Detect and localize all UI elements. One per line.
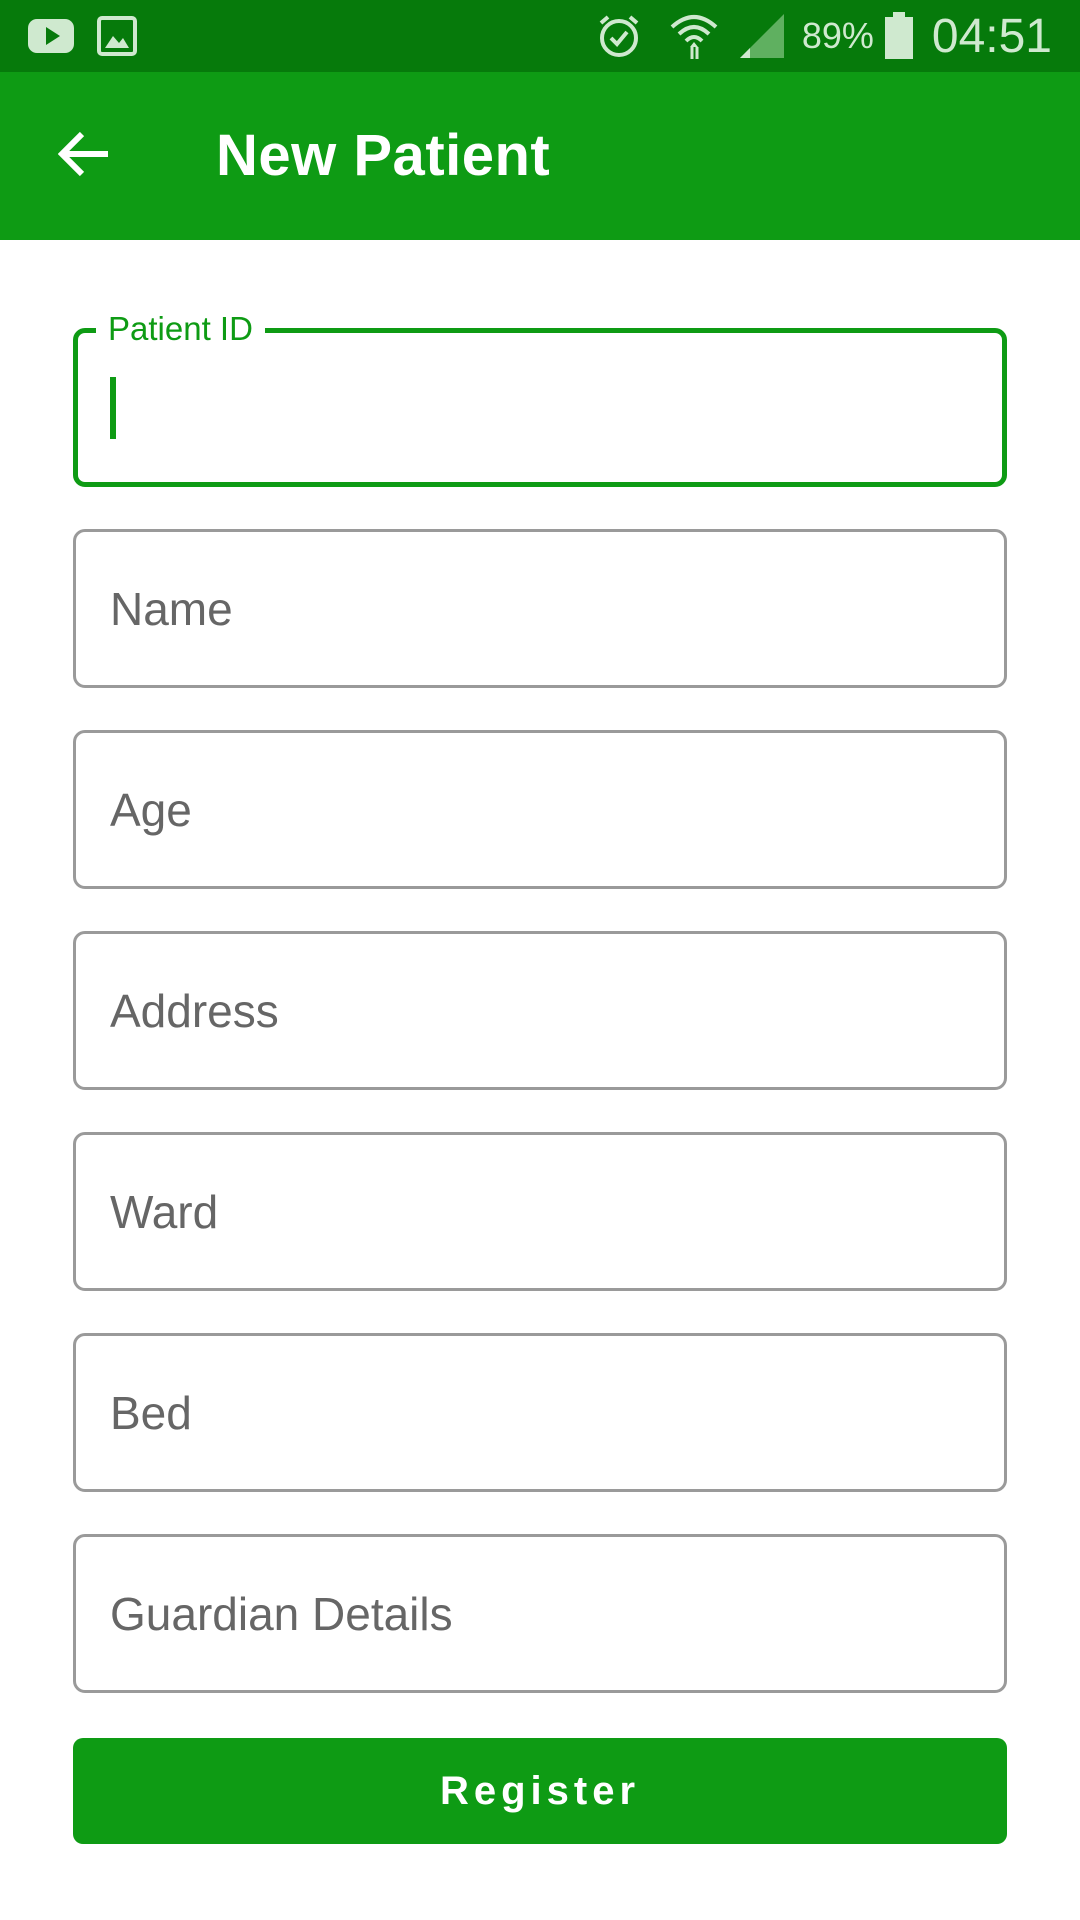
alarm-icon <box>596 13 642 59</box>
app-bar: New Patient <box>0 72 1080 240</box>
bed-field[interactable] <box>73 1333 1007 1492</box>
guardian-details-input[interactable] <box>110 1537 970 1690</box>
status-bar-system: 89% 04:51 <box>596 0 1052 72</box>
patient-id-field[interactable]: Patient ID <box>73 309 1007 487</box>
status-bar-notifications <box>27 15 137 57</box>
name-field[interactable] <box>73 529 1007 688</box>
age-field[interactable] <box>73 730 1007 889</box>
battery-percent: 89% <box>801 15 874 56</box>
patient-id-input[interactable] <box>112 333 972 482</box>
address-field[interactable] <box>73 931 1007 1090</box>
status-bar: 89% 04:51 <box>0 0 1080 72</box>
age-input[interactable] <box>110 733 970 886</box>
back-button[interactable] <box>42 114 126 198</box>
battery-icon <box>884 12 914 60</box>
bed-input[interactable] <box>110 1336 970 1489</box>
arrow-left-icon <box>57 131 110 182</box>
name-input[interactable] <box>110 532 970 685</box>
status-clock: 04:51 <box>931 9 1052 63</box>
youtube-icon <box>27 18 75 54</box>
gallery-icon <box>97 16 137 56</box>
ward-input[interactable] <box>110 1135 970 1288</box>
address-input[interactable] <box>110 934 970 1087</box>
register-button[interactable]: Register <box>73 1738 1007 1844</box>
wifi-icon <box>668 11 720 61</box>
page-title: New Patient <box>216 123 551 188</box>
signal-icon <box>738 12 786 60</box>
guardian-details-field[interactable] <box>73 1534 1007 1693</box>
ward-field[interactable] <box>73 1132 1007 1291</box>
